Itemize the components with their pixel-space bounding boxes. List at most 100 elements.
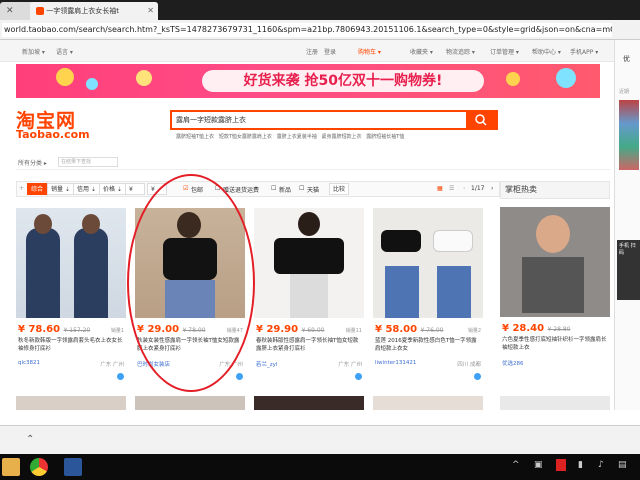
coin-icon	[506, 72, 520, 86]
side-thumbnails[interactable]	[619, 100, 639, 170]
product-image[interactable]	[16, 208, 126, 318]
product-image[interactable]	[500, 396, 610, 410]
close-icon[interactable]: ✕	[6, 6, 14, 16]
side-label: 近期	[619, 89, 630, 95]
tab-title: 一字领露肩上衣女长袖t	[46, 7, 119, 15]
taobao-page: 新加坡 ▾ 语言 ▾ 注册 登录 购物车 ▾ 收藏夹 ▾ 物流追踪 ▾ 订单管理…	[0, 40, 614, 410]
browser-tab-active[interactable]: 一字领露肩上衣女长袖t ✕	[30, 2, 158, 20]
price-from-input[interactable]: ¥	[125, 183, 145, 195]
balloon-icon	[556, 68, 576, 88]
next-page-icon[interactable]: ›	[491, 185, 493, 192]
notification-icon[interactable]: ▤	[618, 460, 627, 470]
filter-return-shipping[interactable]: 赠送退货运费	[223, 185, 259, 194]
register-link[interactable]: 注册	[306, 47, 318, 56]
qr-ad[interactable]: 手机 扫码	[617, 240, 640, 300]
pagination: 1/17	[471, 185, 485, 192]
product-image[interactable]	[373, 208, 483, 318]
language-select[interactable]: 语言 ▾	[56, 47, 73, 56]
shop-name[interactable]: 优选286	[502, 359, 524, 367]
product-card[interactable]: ¥ 29.90 ¥ 69.00 销量11 春秋装韩版性感露肩一字领长袖T恤女短款…	[254, 208, 364, 383]
site-topbar: 新加坡 ▾ 语言 ▾ 注册 登录 购物车 ▾ 收藏夹 ▾ 物流追踪 ▾ 订单管理…	[0, 40, 614, 62]
hot-search-link[interactable]: 露脐短袖T恤上衣	[176, 134, 214, 140]
promo-banner[interactable]: 好货来袭 抢50亿双十一购物券!	[16, 64, 600, 98]
category-bar: 所有分类 ▸ 在结果下查找	[16, 156, 610, 170]
product-title[interactable]: 蓝莲 2016夏季新款性感白色T恤一字领露肩短款上衣女	[375, 337, 481, 361]
product-title[interactable]: 春秋装韩版性感露肩一字领长袖T恤女短款露脐上衣紧身打底衫	[256, 337, 362, 361]
chevron-up-icon[interactable]: ⌃	[26, 434, 34, 445]
checkbox-icon[interactable]: ☐	[299, 185, 304, 192]
checkbox-icon[interactable]: ☐	[271, 185, 276, 192]
product-card[interactable]: ¥ 28.40 ¥ 28.80 六色夏季性感打底短袖针织衫一字领露肩长袖短款上衣…	[500, 207, 610, 382]
volume-icon[interactable]: ♪	[598, 460, 604, 470]
help-link[interactable]: 帮助中心 ▾	[532, 47, 561, 56]
product-card[interactable]: ¥ 78.60 ¥ 157.20 销量1 秋冬新款韩版一字领露肩套头毛衣上衣女长…	[16, 208, 126, 383]
sort-sales[interactable]: 销量 ⇣	[47, 183, 74, 195]
product-title[interactable]: 六色夏季性感打底短袖针织衫一字领露肩长袖短款上衣	[502, 336, 608, 360]
taobao-logo-en[interactable]: Taobao.com	[16, 128, 90, 141]
antivirus-icon[interactable]	[556, 459, 566, 471]
shop-name[interactable]: liwinter131421	[375, 360, 416, 366]
word-icon[interactable]	[64, 458, 82, 476]
grid-view-icon[interactable]: ▦	[437, 185, 443, 192]
file-explorer-icon[interactable]	[2, 458, 20, 476]
hot-search-link[interactable]: 短款T恤女露脐露肩上衣	[219, 134, 272, 140]
hot-search-link[interactable]: 紧身露脐短款上衣	[321, 134, 361, 140]
filter-new[interactable]: 新品	[279, 185, 291, 194]
sort-credit[interactable]: 信用 ⇣	[73, 183, 100, 195]
tray-icon[interactable]: ▣	[534, 460, 543, 470]
list-view-icon[interactable]: ☰	[449, 185, 454, 192]
all-categories[interactable]: 所有分类 ▸	[18, 158, 47, 167]
product-image[interactable]	[135, 396, 245, 410]
sort-price[interactable]: 价格 ⇣	[99, 183, 126, 195]
shop-name[interactable]: qlc3821	[18, 360, 40, 366]
chat-icon[interactable]	[236, 373, 243, 380]
product-sales: 销量11	[345, 328, 362, 334]
chrome-icon[interactable]	[30, 458, 48, 476]
hot-searches: 露脐短袖T恤上衣 短款T恤女露脐露肩上衣 露脐上衣夏装半袖 紧身露脐短款上衣 露…	[176, 133, 506, 140]
url-input[interactable]: world.taobao.com/search/search.htm?_ksTS…	[2, 23, 612, 37]
network-icon[interactable]: ▮	[578, 460, 583, 470]
highlight-circle	[127, 174, 255, 392]
sort-default[interactable]: 综合	[27, 183, 48, 195]
product-title[interactable]: 秋冬新款韩版一字领露肩套头毛衣上衣女长袖修身打底衫	[18, 337, 124, 361]
product-price: ¥ 78.60 ¥ 157.20	[18, 324, 91, 335]
shop-name[interactable]: 若兰_zyl	[256, 360, 277, 368]
plus-icon[interactable]: +	[19, 185, 24, 192]
close-icon[interactable]: ✕	[147, 2, 154, 20]
product-price: ¥ 29.90 ¥ 69.00	[256, 324, 325, 335]
search-input[interactable]: 露肩一字短款露脐上衣	[176, 115, 246, 125]
favorites-link[interactable]: 收藏夹 ▾	[410, 47, 433, 56]
search-icon	[475, 114, 487, 126]
orders-link[interactable]: 订单管理 ▾	[490, 47, 519, 56]
filter-tmall[interactable]: 天猫	[307, 185, 319, 194]
product-image[interactable]	[254, 396, 364, 410]
right-edge-panel: 优 近期 手机 扫码	[614, 40, 640, 410]
tray-chevron-icon[interactable]: ^	[512, 460, 520, 470]
side-label[interactable]: 优	[623, 54, 630, 64]
search-button[interactable]	[466, 112, 496, 128]
product-image[interactable]	[373, 396, 483, 410]
product-image[interactable]	[16, 396, 126, 410]
address-bar: world.taobao.com/search/search.htm?_ksTS…	[0, 20, 640, 40]
filter-in-results-input[interactable]: 在结果下查找	[58, 157, 118, 167]
product-image[interactable]	[500, 207, 610, 317]
compare-button[interactable]: 比较	[329, 183, 350, 195]
shop-location: 广东 广州	[338, 362, 362, 368]
chat-icon[interactable]	[355, 373, 362, 380]
coin-icon	[136, 70, 152, 86]
product-image[interactable]	[254, 208, 364, 318]
app-link[interactable]: 手机APP ▾	[570, 47, 598, 56]
hot-search-link[interactable]: 露脐上衣夏装半袖	[277, 134, 317, 140]
prev-page-icon[interactable]: ‹	[463, 185, 465, 192]
product-card[interactable]: ¥ 58.00 ¥ 76.00 销量2 蓝莲 2016夏季新款性感白色T恤一字领…	[373, 208, 483, 383]
login-link[interactable]: 登录	[324, 47, 336, 56]
banner-text: 好货来袭 抢50亿双十一购物券!	[202, 70, 484, 92]
product-sales: 销量1	[110, 328, 124, 334]
region-select[interactable]: 新加坡 ▾	[22, 47, 45, 56]
chat-icon[interactable]	[474, 373, 481, 380]
tracking-link[interactable]: 物流追踪 ▾	[446, 47, 475, 56]
cart-link[interactable]: 购物车 ▾	[358, 47, 381, 56]
hot-search-link[interactable]: 露脐短袖长袖T恤	[366, 134, 404, 140]
product-sales: 销量2	[467, 328, 481, 334]
chat-icon[interactable]	[117, 373, 124, 380]
